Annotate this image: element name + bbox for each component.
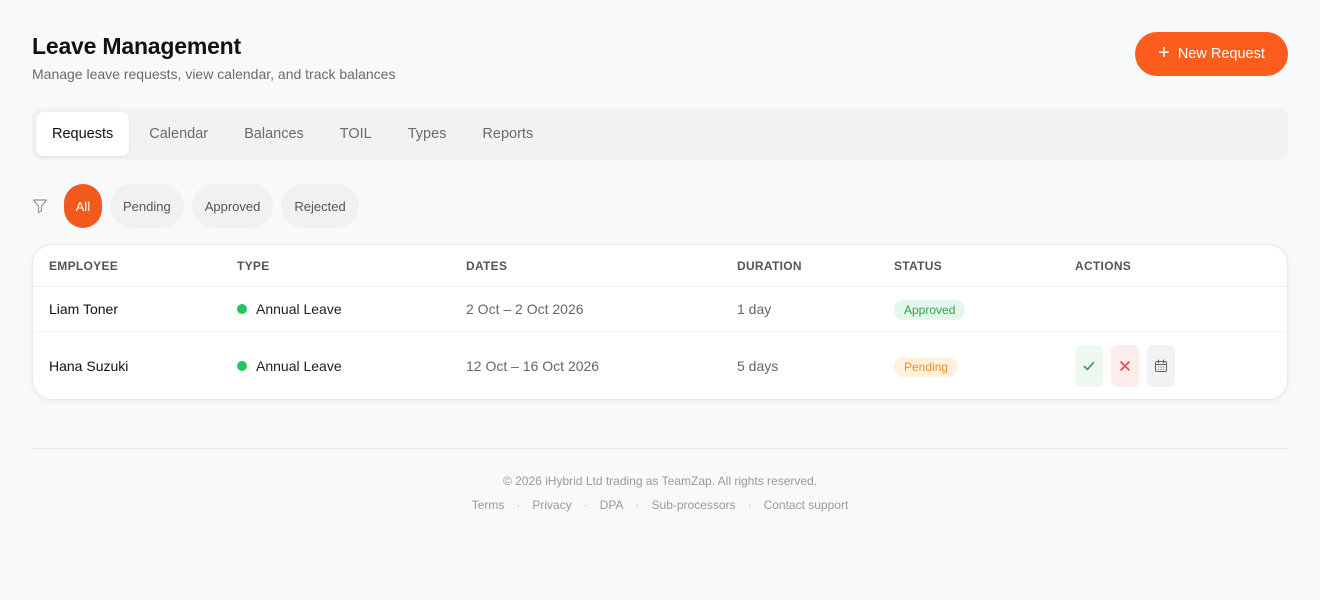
- row-actions: [1075, 345, 1175, 387]
- table-row[interactable]: Liam Toner Annual Leave 2 Oct – 2 Oct 20…: [33, 287, 1287, 332]
- leave-dates: 2 Oct – 2 Oct 2026: [466, 301, 584, 317]
- tab-bar: Requests Calendar Balances TOIL Types Re…: [32, 108, 1288, 160]
- page-subtitle: Manage leave requests, view calendar, an…: [32, 66, 396, 82]
- footer-link-contact-support[interactable]: Contact support: [764, 498, 849, 512]
- tab-toil[interactable]: TOIL: [324, 112, 388, 156]
- employee-name: Hana Suzuki: [49, 358, 129, 374]
- leave-type: Annual Leave: [237, 301, 342, 317]
- footer-links: Terms · Privacy · DPA · Sub-processors ·…: [0, 498, 1320, 512]
- page-title: Leave Management: [32, 33, 241, 59]
- filter-chip-rejected[interactable]: Rejected: [281, 184, 359, 228]
- leave-duration: 5 days: [737, 358, 779, 374]
- table-header: EMPLOYEE TYPE DATES DURATION STATUS ACTI…: [33, 245, 1287, 287]
- column-header-dates: DATES: [466, 259, 508, 273]
- check-icon: [1083, 361, 1095, 371]
- column-header-duration: DURATION: [737, 259, 802, 273]
- leave-type-label: Annual Leave: [256, 301, 342, 317]
- footer-copyright: © 2026 iHybrid Ltd trading as TeamZap. A…: [502, 474, 818, 488]
- leave-type-dot: [237, 304, 247, 314]
- footer-link-dpa[interactable]: DPA: [600, 498, 624, 512]
- plus-icon: +: [1158, 42, 1170, 64]
- leave-type: Annual Leave: [237, 358, 342, 374]
- leave-dates: 12 Oct – 16 Oct 2026: [466, 358, 600, 374]
- filter-icon: [32, 198, 48, 214]
- tab-calendar[interactable]: Calendar: [133, 112, 224, 156]
- status-badge-label: Pending: [894, 357, 959, 377]
- tab-requests[interactable]: Requests: [36, 112, 130, 156]
- leave-type-dot: [237, 361, 247, 371]
- column-header-actions: ACTIONS: [1075, 259, 1132, 273]
- footer-link-terms[interactable]: Terms: [472, 498, 505, 512]
- footer-link-privacy[interactable]: Privacy: [532, 498, 571, 512]
- table-row[interactable]: Hana Suzuki Annual Leave 12 Oct – 16 Oct…: [33, 332, 1287, 399]
- filter-chip-pending[interactable]: Pending: [110, 184, 184, 228]
- x-icon: [1120, 361, 1130, 371]
- leave-type-label: Annual Leave: [256, 358, 342, 374]
- leave-requests-table: EMPLOYEE TYPE DATES DURATION STATUS ACTI…: [32, 244, 1288, 400]
- reject-button[interactable]: [1111, 345, 1139, 387]
- status-badge: Pending: [894, 357, 959, 377]
- tab-balances[interactable]: Balances: [228, 112, 320, 156]
- approve-button[interactable]: [1075, 345, 1103, 387]
- filter-chip-all[interactable]: All: [64, 184, 102, 228]
- new-request-button[interactable]: + New Request: [1135, 32, 1288, 76]
- footer-separator: ·: [516, 498, 521, 512]
- employee-name: Liam Toner: [49, 301, 119, 317]
- status-badge: Approved: [894, 300, 966, 320]
- calendar-icon: [1154, 359, 1168, 373]
- footer-divider: [32, 448, 1288, 449]
- page-header: Leave Management Manage leave requests, …: [32, 33, 395, 82]
- tab-types[interactable]: Types: [392, 112, 463, 156]
- status-filters: All Pending Approved Rejected: [32, 184, 359, 228]
- footer-separator: ·: [583, 498, 588, 512]
- footer-separator: ·: [635, 498, 640, 512]
- status-badge-label: Approved: [894, 300, 966, 320]
- column-header-type: TYPE: [237, 259, 270, 273]
- column-header-status: STATUS: [894, 259, 943, 273]
- new-request-label: New Request: [1177, 46, 1265, 62]
- column-header-employee: EMPLOYEE: [49, 259, 119, 273]
- tab-reports[interactable]: Reports: [466, 112, 549, 156]
- filter-chip-approved[interactable]: Approved: [191, 184, 274, 228]
- view-calendar-button[interactable]: [1147, 345, 1175, 387]
- footer-link-sub-processors[interactable]: Sub-processors: [652, 498, 736, 512]
- footer-separator: ·: [747, 498, 752, 512]
- leave-duration: 1 day: [737, 301, 772, 317]
